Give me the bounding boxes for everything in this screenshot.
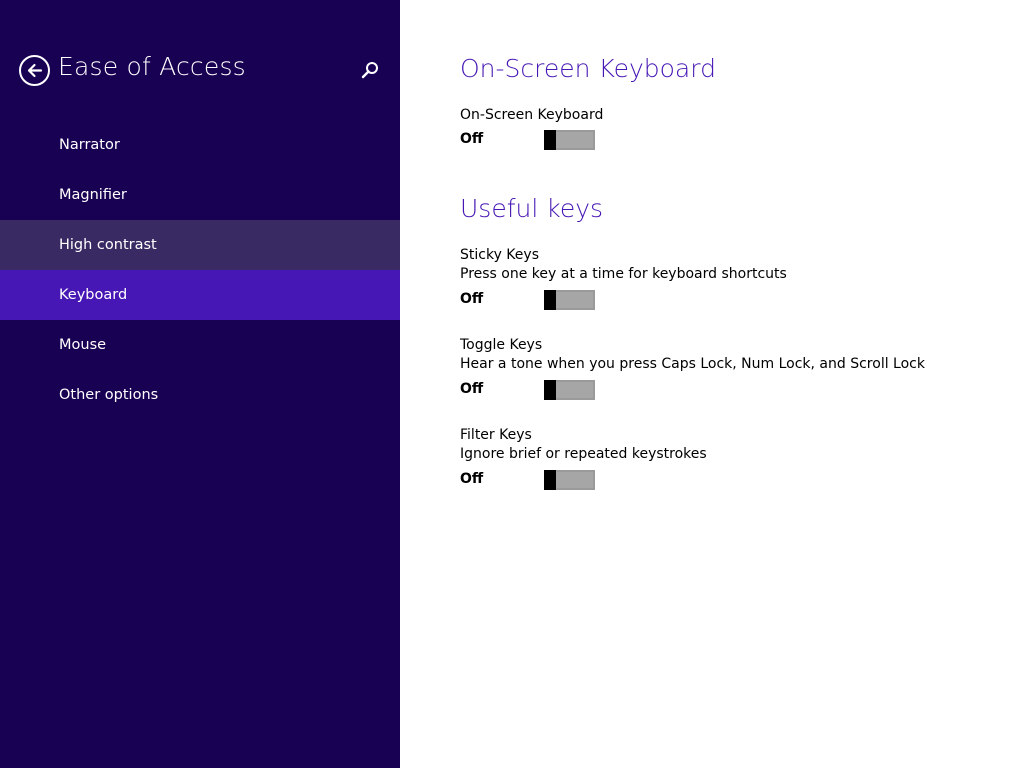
toggle-thumb (544, 290, 556, 310)
sidebar-item-label: Other options (59, 387, 159, 403)
sidebar-item-narrator[interactable]: Narrator (0, 120, 400, 170)
filter-keys-state: Off (460, 471, 484, 487)
on-screen-keyboard-state: Off (460, 131, 484, 147)
sidebar-item-label: Narrator (59, 137, 120, 153)
sidebar-item-other-options[interactable]: Other options (0, 370, 400, 420)
settings-pane: On-Screen Keyboard On-Screen Keyboard Of… (460, 0, 1000, 768)
sticky-keys-toggle[interactable] (544, 290, 595, 310)
sidebar-item-mouse[interactable]: Mouse (0, 320, 400, 370)
sidebar-nav: Narrator Magnifier High contrast Keyboar… (0, 120, 400, 420)
sidebar-item-label: Mouse (59, 337, 107, 353)
sticky-keys-label: Sticky Keys (460, 247, 539, 263)
section-title-useful-keys: Useful keys (460, 194, 604, 223)
back-button[interactable] (19, 55, 50, 86)
toggle-keys-label: Toggle Keys (460, 337, 543, 353)
sidebar-item-high-contrast[interactable]: High contrast (0, 220, 400, 270)
section-title-on-screen-keyboard: On-Screen Keyboard (460, 54, 716, 83)
toggle-keys-description: Hear a tone when you press Caps Lock, Nu… (460, 356, 925, 372)
sidebar-item-keyboard[interactable]: Keyboard (0, 270, 400, 320)
toggle-thumb (544, 380, 556, 400)
sidebar: Ease of Access Narrator Magnifier High c… (0, 0, 400, 768)
toggle-thumb (544, 470, 556, 490)
sticky-keys-state: Off (460, 291, 484, 307)
on-screen-keyboard-toggle[interactable] (544, 130, 595, 150)
sidebar-item-label: Magnifier (59, 187, 127, 203)
search-button[interactable] (358, 59, 382, 83)
back-arrow-icon (27, 63, 43, 78)
sidebar-item-label: Keyboard (59, 287, 128, 303)
search-icon (361, 62, 378, 79)
toggle-keys-state: Off (460, 381, 484, 397)
sidebar-item-label: High contrast (59, 237, 157, 253)
sidebar-item-magnifier[interactable]: Magnifier (0, 170, 400, 220)
filter-keys-toggle[interactable] (544, 470, 595, 490)
filter-keys-description: Ignore brief or repeated keystrokes (460, 446, 707, 462)
on-screen-keyboard-label: On-Screen Keyboard (460, 107, 604, 123)
toggle-thumb (544, 130, 556, 150)
sticky-keys-description: Press one key at a time for keyboard sho… (460, 266, 787, 282)
sidebar-title: Ease of Access (58, 52, 246, 81)
toggle-keys-toggle[interactable] (544, 380, 595, 400)
filter-keys-label: Filter Keys (460, 427, 532, 443)
